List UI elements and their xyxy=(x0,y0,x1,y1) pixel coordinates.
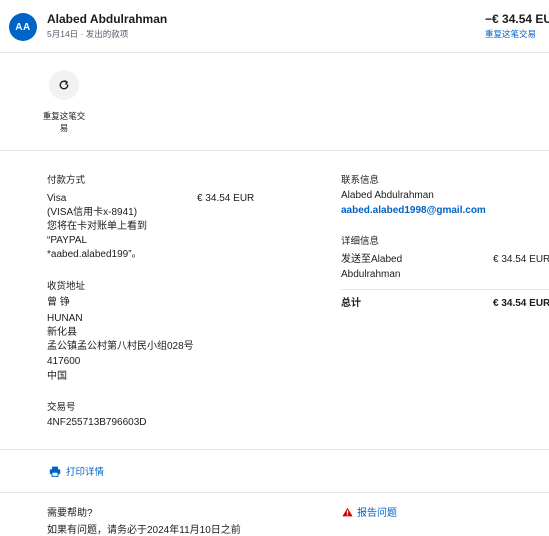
recipient-name: Alabed Abdulrahman xyxy=(47,12,168,26)
sent-to-name: Abdulrahman xyxy=(341,269,401,280)
address-line: 孟公镇孟公村第八村民小组028号 xyxy=(47,341,194,352)
repeat-transaction-link[interactable]: 重复这笔交易 xyxy=(485,28,536,40)
report-problem-label: 报告问题 xyxy=(357,508,397,519)
repeat-transaction-button[interactable] xyxy=(49,70,79,100)
address-line: 417600 xyxy=(47,356,81,367)
address-line: 新化县 xyxy=(47,327,77,338)
shipping-address-heading: 收货地址 xyxy=(47,281,86,292)
contact-name: Alabed Abdulrahman xyxy=(341,190,434,201)
payment-method-name: Visa xyxy=(47,193,67,204)
total-divider xyxy=(341,289,549,290)
address-line: 中国 xyxy=(47,371,67,382)
address-line: HUNAN xyxy=(47,313,83,324)
avatar: AA xyxy=(9,13,37,41)
transaction-header: AA Alabed Abdulrahman 5月14日 · 发出的款项 −€ 3… xyxy=(0,0,549,52)
help-title: 需要帮助? xyxy=(47,508,93,519)
address-line: 曾 铮 xyxy=(47,297,70,308)
print-details-link[interactable]: 打印详情 xyxy=(49,464,104,478)
repeat-transaction-label: 重复这笔交易 xyxy=(42,111,86,133)
divider xyxy=(0,492,549,493)
transaction-amount: −€ 34.54 EUR xyxy=(485,12,549,26)
total-label: 总计 xyxy=(341,298,361,309)
details-heading: 详细信息 xyxy=(341,236,380,247)
sent-to-label: 发送至Alabed xyxy=(341,254,403,265)
total-amount: € 34.54 EUR xyxy=(493,298,549,309)
transaction-id: 4NF255713B796603D xyxy=(47,417,147,428)
print-details-label: 打印详情 xyxy=(66,467,105,478)
divider xyxy=(0,449,549,450)
contact-email[interactable]: aabed.alabed1998@gmail.com xyxy=(341,204,486,217)
sent-amount: € 34.54 EUR xyxy=(493,254,549,265)
warning-icon xyxy=(342,507,353,516)
payment-amount: € 34.54 EUR xyxy=(197,193,255,204)
card-detail-line: 您将在卡对账单上看到 xyxy=(47,221,147,232)
card-detail-line: (VISA信用卡x-8941) xyxy=(47,207,138,218)
payment-method-heading: 付款方式 xyxy=(47,175,86,186)
printer-icon xyxy=(49,466,61,477)
transaction-id-heading: 交易号 xyxy=(47,402,76,413)
report-problem-link[interactable]: 报告问题 xyxy=(342,504,397,519)
refresh-icon xyxy=(59,80,69,90)
divider xyxy=(0,52,549,53)
contact-info-heading: 联系信息 xyxy=(341,175,380,186)
help-body: 如果有问题，请务必于2024年11月10日之前 xyxy=(47,525,241,536)
card-detail-line: *aabed.alabed199”。 xyxy=(47,249,142,260)
card-detail-line: “PAYPAL xyxy=(47,235,88,246)
transaction-date-type: 5月14日 · 发出的款项 xyxy=(47,29,129,39)
divider xyxy=(0,150,549,151)
